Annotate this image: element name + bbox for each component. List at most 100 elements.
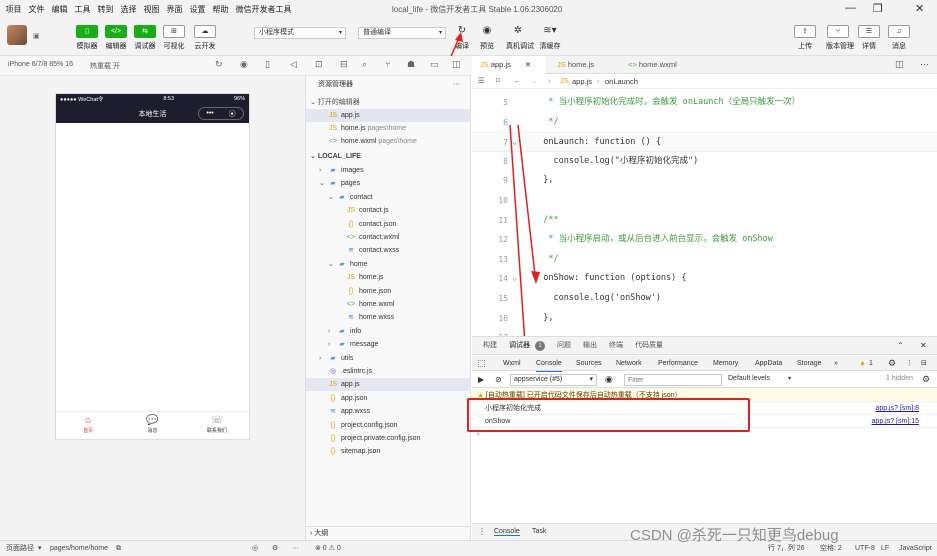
visual-button[interactable]: ⊞ 可视化 [162,25,186,51]
menu-item[interactable]: 设置 [186,4,209,15]
close-icon[interactable]: ✕ [525,60,531,69]
drawer-tab-task[interactable]: Task [532,528,546,535]
upload-button[interactable]: ⇪ 上传 [793,25,817,51]
sidebar-toggle-icon[interactable]: ▶ [478,375,484,384]
bookmark-icon[interactable]: ⌑ [496,76,500,85]
file-item[interactable]: <> contact.wxml [306,231,471,244]
menu-item[interactable]: 帮助 [209,4,232,15]
device-select[interactable]: iPhone 6/7/8 85% 16 [8,61,73,68]
real-debug-button[interactable]: ✲ 真机调试 [506,25,534,51]
fullscreen-icon[interactable]: ⊡ [315,59,323,70]
file-item[interactable]: ◎ .eslintrc.js [306,365,471,378]
file-item[interactable]: JS contact.js [306,204,471,217]
volume-icon[interactable]: ◁ [290,59,297,70]
rotate-icon[interactable]: ↻ [215,59,223,70]
language-mode[interactable]: JavaScript [899,541,932,556]
eye-icon[interactable]: ◉ [605,374,613,385]
file-item[interactable]: JS home.js [306,271,471,284]
file-item[interactable]: JS app.js [306,378,471,392]
menu-item[interactable]: 视图 [140,4,163,15]
project-header[interactable]: ⌄ LOCAL_LIFE [306,150,471,163]
mode-select[interactable]: 小程序模式 ▾ [254,27,346,39]
devtab-console[interactable]: Console [536,356,562,372]
file-item[interactable]: {} sitemap.json [306,445,471,458]
open-file-item[interactable]: <> home.wxml pages\home [306,135,471,148]
menu-item[interactable]: 工具 [71,4,94,15]
chevron-down-icon[interactable]: ▾ [788,375,791,382]
restore-icon[interactable]: ❐ [873,2,883,15]
folder-item[interactable]: › ▰ images [306,164,471,177]
file-item[interactable]: ≋ app.wxss [306,405,471,418]
preview-icon[interactable]: ◎ [252,541,258,556]
code-line[interactable]: 16 }, [472,309,937,329]
tab-contact[interactable]: ☏ 联系我们 [185,412,249,439]
forward-icon[interactable]: → [530,76,538,85]
open-editors-header[interactable]: ⌄ 打开的编辑器 [306,96,471,109]
devtab-network[interactable]: Network [616,356,642,371]
menu-item[interactable]: 项目 [2,4,25,15]
copy-icon[interactable]: ⧉ [116,541,121,556]
gear-icon[interactable]: ⚙ [922,374,930,385]
version-button[interactable]: ⑂ 版本管理 [826,25,854,51]
code-line[interactable]: 6 */ [472,113,937,133]
menu-item[interactable]: 编辑 [48,4,71,15]
devtab-performance[interactable]: Performance [658,356,698,371]
window-icon[interactable]: ▭ [430,59,439,70]
close-circle-icon[interactable]: ⦿ [229,109,236,119]
editor-tab-appjs[interactable]: JS app.js ✕ [472,56,546,74]
capsule-menu[interactable]: ••• ⦿ [198,107,244,120]
file-item[interactable]: ≋ home.wxss [306,311,471,324]
menu-item[interactable]: 界面 [163,4,186,15]
messages-button[interactable]: ♫ 消息 [887,25,911,51]
drawer-menu-icon[interactable]: ⋮ [478,527,486,536]
code-line[interactable]: 8 console.log("小程序初始化完成") [472,152,937,172]
encoding[interactable]: UTF-8 [855,541,875,556]
drawer-tab-console[interactable]: Console [494,528,520,536]
clear-console-icon[interactable]: ⊘ [495,375,502,384]
more-icon[interactable]: ··· [453,76,460,94]
editor-tab-homejs[interactable]: JS home.js [549,56,614,74]
tab-home[interactable]: ⌂ 首页 [56,412,120,439]
breadcrumb-file[interactable]: app.js [572,77,592,86]
tab-output[interactable]: 输出 [583,337,597,355]
file-item[interactable]: {} project.private.config.json [306,432,471,445]
code-line[interactable]: 9 }, [472,171,937,191]
details-button[interactable]: ☰ 详情 [857,25,881,51]
chevron-up-icon[interactable]: ⌃ [897,341,904,350]
devtab-wxml[interactable]: Wxml [503,356,521,371]
more-icon[interactable]: ··· [292,541,299,556]
cloud-button[interactable]: ☁ 云开发 [193,25,217,51]
log-levels-select[interactable]: Default levels [728,375,770,382]
search-icon[interactable]: ⌕ [362,59,367,70]
menu-item[interactable]: 转到 [94,4,117,15]
menu-item[interactable]: 选择 [117,4,140,15]
editor-button[interactable]: </> 编辑器 [104,25,128,51]
layout-toggle-icon[interactable]: ▣ [33,32,40,40]
context-select[interactable]: appservice (#5) ▾ [510,374,597,386]
preview-button[interactable]: ◉ 预览 [475,25,499,51]
phone-icon[interactable]: ▯ [265,59,270,70]
log-source-link[interactable]: app.js? [sm]:8 [875,402,919,415]
code-line[interactable]: 15 console.log('onShow') [472,289,937,309]
minimize-icon[interactable]: — [845,2,856,14]
code-line[interactable]: 12 * 当小程序启动，或从后台进入前台显示，会触发 onShow [472,230,937,250]
list-icon[interactable]: ☰ [478,76,485,85]
folder-item[interactable]: ⌄ ▰ home [306,258,471,271]
breadcrumb-symbol[interactable]: onLaunch [605,77,638,86]
tab-problems[interactable]: 问题 [557,337,571,355]
outline-header[interactable]: › 大纲 [306,526,471,540]
code-line[interactable]: 10 [472,191,937,211]
clear-cache-button[interactable]: ≋▾ 清缓存 [538,25,562,51]
code-line[interactable]: 7 onLaunch: function () {⌄ [472,132,937,152]
gear-icon[interactable]: ⚙ [888,356,896,371]
kebab-icon[interactable]: ⋮ [906,356,913,371]
code-line[interactable]: 11 /** [472,211,937,231]
tab-debugger[interactable]: 调试器 [509,337,530,355]
file-item[interactable]: {} contact.json [306,218,471,231]
devtab-appdata[interactable]: AppData [755,356,782,371]
tab-terminal[interactable]: 终端 [609,337,623,355]
more-icon[interactable]: ••• [206,110,213,117]
extension-icon[interactable]: ☗ [407,59,415,70]
error-warning-count[interactable]: ⊗ 0 ⚠ 0 [315,541,341,556]
open-file-item[interactable]: JS home.js pages\home [306,122,471,135]
